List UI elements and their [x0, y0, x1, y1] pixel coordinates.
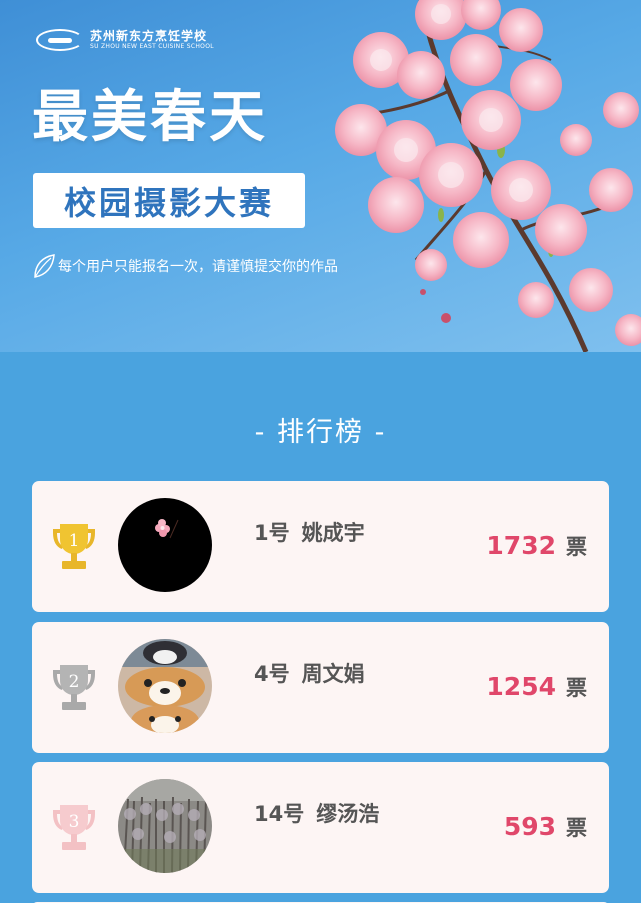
school-logo: 苏州新东方烹饪学校 SU ZHOU NEW EAST CUISINE SCHOO…	[36, 29, 214, 51]
entry-notice-text: 每个用户只能报名一次，请谨慎提交你的作品	[58, 259, 338, 275]
svg-text:1: 1	[69, 531, 80, 551]
ranking-card[interactable]: 2 4号 周文娟 1254 票	[32, 622, 609, 753]
entry-notice: 每个用户只能报名一次，请谨慎提交你的作品	[32, 253, 338, 279]
avatar[interactable]	[118, 639, 212, 733]
vote-unit: 票	[566, 676, 587, 700]
gold-trophy-icon: 1	[53, 524, 95, 569]
ranking-card[interactable]: 1 1号 姚成宇 1732 票	[32, 481, 609, 612]
vote-number: 593	[503, 812, 556, 841]
contest-title: 最美春天	[32, 84, 268, 150]
vote-unit: 票	[566, 816, 587, 840]
ranking-card[interactable]: 3 14号 缪汤浩 593 票	[32, 762, 609, 893]
svg-text:3: 3	[69, 812, 80, 832]
entry-name: 4号 周文娟	[254, 662, 365, 686]
vote-count: 1732 票	[486, 531, 587, 561]
entry-name: 14号 缪汤浩	[254, 802, 380, 826]
avatar[interactable]	[118, 498, 212, 592]
ranking-title: - 排行榜 -	[254, 417, 387, 448]
leaf-icon	[34, 254, 55, 278]
avatar-image	[118, 498, 212, 592]
avatar-image	[118, 779, 212, 873]
vote-number: 1732	[486, 531, 556, 560]
school-name-en: SU ZHOU NEW EAST CUISINE SCHOOL	[90, 43, 214, 50]
bronze-trophy-icon: 3	[53, 805, 95, 850]
school-logo-icon	[36, 29, 84, 51]
banner: 苏州新东方烹饪学校 SU ZHOU NEW EAST CUISINE SCHOO…	[0, 0, 641, 352]
avatar-image	[118, 639, 212, 733]
school-name-cn: 苏州新东方烹饪学校	[90, 29, 208, 43]
vote-count: 593 票	[504, 812, 587, 842]
contest-subtitle-box: 校园摄影大赛	[33, 173, 305, 228]
entry-name: 1号 姚成宇	[254, 521, 365, 545]
contest-subtitle: 校园摄影大赛	[63, 183, 274, 222]
vote-unit: 票	[566, 535, 587, 559]
vote-number: 1254	[486, 672, 556, 701]
svg-text:2: 2	[69, 672, 80, 692]
avatar[interactable]	[118, 779, 212, 873]
vote-count: 1254 票	[486, 672, 587, 702]
silver-trophy-icon: 2	[53, 665, 95, 710]
cherry-blossom-image	[335, 0, 641, 352]
